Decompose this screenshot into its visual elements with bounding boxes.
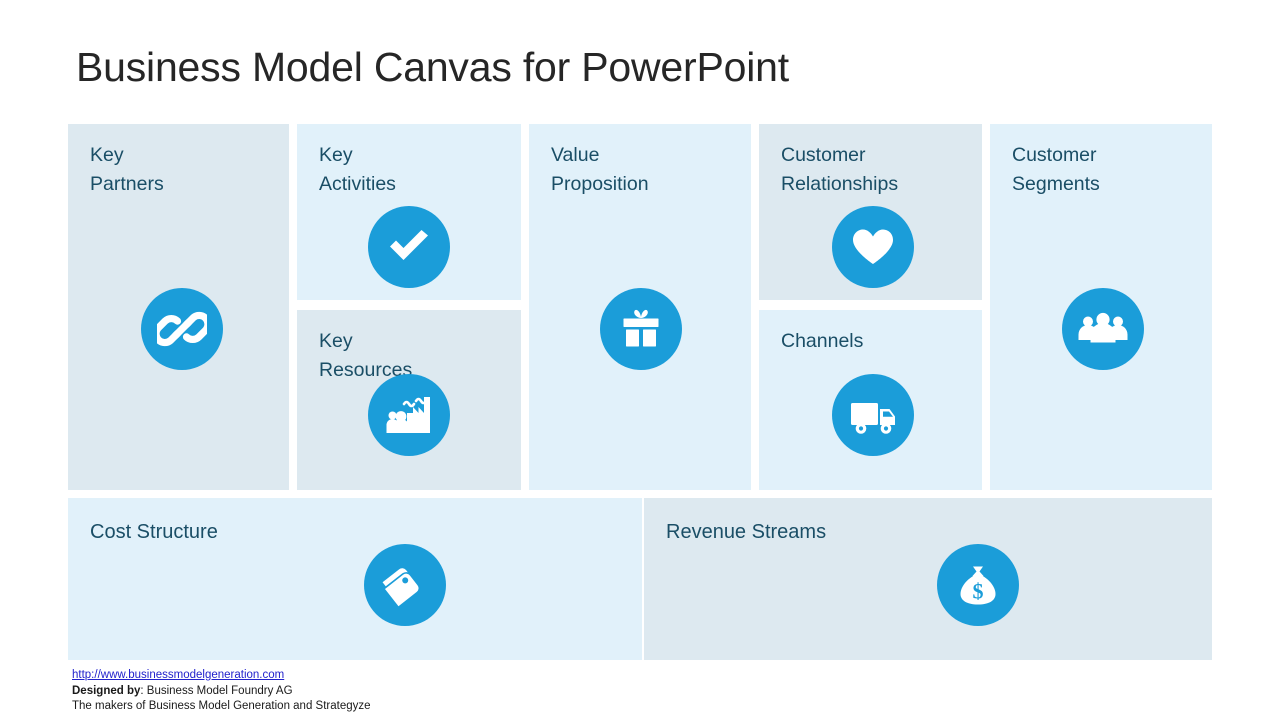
makers-line: The makers of Business Model Generation … (72, 700, 371, 712)
block-title-value-proposition: Value Proposition (551, 144, 649, 195)
canvas-block-key-resources[interactable]: Key Resources (297, 310, 521, 490)
chain-link-icon (141, 288, 223, 370)
designed-by-label: Designed by (72, 684, 141, 697)
canvas-block-key-partners[interactable]: Key Partners (68, 124, 289, 490)
footer-credits: http://www.businessmodelgeneration.com D… (72, 668, 371, 715)
canvas-block-value-proposition[interactable]: Value Proposition (529, 124, 751, 490)
block-title-key-partners: Key Partners (90, 144, 164, 195)
designed-by-line: Designed by: Business Model Foundry AG (72, 684, 371, 700)
designed-by-value: : Business Model Foundry AG (140, 684, 293, 697)
canvas-block-cost-structure[interactable]: Cost Structure (68, 498, 642, 660)
delivery-truck-icon (832, 374, 914, 456)
page-title: Business Model Canvas for PowerPoint (76, 44, 789, 90)
svg-text:$: $ (973, 579, 984, 604)
block-title-cost-structure: Cost Structure (90, 521, 218, 543)
block-title-revenue-streams: Revenue Streams (666, 521, 827, 543)
block-title-customer-relationships: Customer Relationships (781, 144, 899, 195)
business-model-generation-link[interactable]: http://www.businessmodelgeneration.com (72, 668, 371, 684)
canvas-block-customer-relationships[interactable]: Customer Relationships (759, 124, 982, 300)
money-bag-icon: $ (937, 544, 1019, 626)
check-mark-icon (368, 206, 450, 288)
business-model-canvas-bottom-row: Cost Structure Revenue Streams $ (68, 498, 1212, 660)
people-group-icon (1062, 288, 1144, 370)
canvas-block-customer-segments[interactable]: Customer Segments (990, 124, 1212, 490)
canvas-block-revenue-streams[interactable]: Revenue Streams $ (644, 498, 1212, 660)
price-tag-icon (364, 544, 446, 626)
factory-people-icon (368, 374, 450, 456)
gift-box-icon (600, 288, 682, 370)
block-title-channels: Channels (781, 330, 864, 352)
block-title-key-activities: Key Activities (319, 144, 396, 195)
heart-icon (832, 206, 914, 288)
canvas-block-channels[interactable]: Channels (759, 310, 982, 490)
canvas-block-key-activities[interactable]: Key Activities (297, 124, 521, 300)
block-title-customer-segments: Customer Segments (1012, 144, 1100, 195)
business-model-canvas-grid: Key Partners Key Activities Key Resource… (68, 124, 1212, 490)
